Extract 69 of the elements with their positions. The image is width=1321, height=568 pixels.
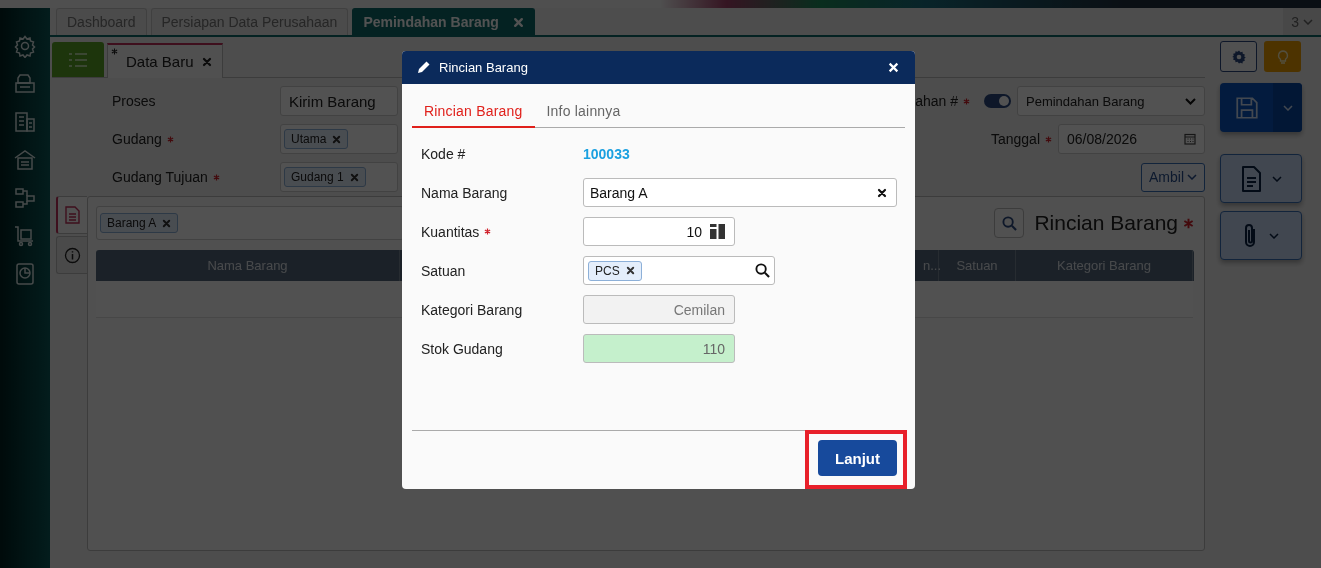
dialog-title: Rincian Barang [439,60,529,75]
warehouse-icon[interactable] [13,148,37,172]
section-title: Rincian Barang [1034,211,1178,235]
chip-field[interactable]: Gudang 1 [280,162,398,192]
building-icon[interactable] [13,110,37,134]
settings-icon [1231,49,1246,64]
dialog-tab[interactable]: Rincian Barang [412,96,535,128]
continue-button[interactable]: Lanjut [818,440,897,476]
fetch-dropdown-button[interactable]: Ambil [1141,162,1205,192]
selected-chip: Gudang 1 [284,167,366,187]
selected-chip: Utama [284,129,349,149]
record-tab[interactable]: Data Baru [107,43,223,78]
field-label: ahan # [915,93,958,109]
close-icon[interactable] [625,266,635,275]
field-label: Tanggal [990,131,1040,147]
report-icon[interactable] [13,262,37,286]
document-icon [64,206,81,224]
chevron-down-icon [1187,174,1197,180]
selected-chip: PCS [588,260,642,281]
side-tab[interactable] [56,236,87,274]
calendar-icon[interactable] [1184,133,1196,145]
document-icon [1240,165,1262,192]
gear-icon[interactable] [13,34,37,58]
select-field[interactable]: Pemindahan Barang [1017,86,1205,116]
chip-field[interactable]: Utama [280,124,398,154]
pencil-icon [416,60,431,75]
close-icon[interactable] [877,187,887,198]
document-menu-button[interactable] [1220,154,1302,203]
lightbulb-icon [1275,48,1290,65]
date-field[interactable]: 06/08/2026 [1058,124,1205,154]
network-icon[interactable] [13,186,37,210]
field-label: Gudang Tujuan [112,169,208,185]
chevron-down-icon [1282,104,1293,111]
item-name-field[interactable]: Barang A [583,178,897,207]
info-icon [63,246,81,264]
search-button[interactable] [994,208,1025,238]
quantity-field[interactable]: 10 [583,217,735,246]
item-code-link[interactable]: 100033 [583,145,630,162]
printer-icon[interactable] [13,72,37,96]
field-label: Stok Gudang [421,340,503,357]
calculator-icon[interactable] [710,224,725,239]
search-icon[interactable] [755,263,770,278]
page-tab[interactable]: Pemindahan Barang [352,8,535,35]
unit-field[interactable]: PCS [583,256,775,285]
field-label: Satuan [421,262,466,279]
attachment-menu-button[interactable] [1220,211,1302,260]
chevron-down-icon [1269,232,1279,239]
field-label: Gudang [112,131,162,147]
chevron-down-icon [1185,97,1196,105]
chevron-down-icon [1303,18,1313,25]
field-label: Kuantitas [421,223,480,240]
save-button[interactable] [1220,83,1302,132]
list-icon [68,51,88,68]
chevron-down-icon [1272,175,1282,182]
toggle-switch[interactable] [984,94,1011,108]
selected-chip: Barang A [100,213,179,233]
tips-button[interactable] [1264,41,1301,72]
item-filter-field[interactable]: Barang A [96,206,404,240]
text-field[interactable]: Kirim Barang [280,86,398,116]
field-label: Kategori Barang [421,301,523,318]
dialog-tab[interactable]: Info lainnya [534,96,633,128]
stock-field: 110 [583,334,735,363]
settings-button[interactable] [1220,41,1257,72]
field-label: Nama Barang [421,184,508,201]
category-field: Cemilan [583,295,735,324]
list-menu-button[interactable] [52,42,104,77]
field-label: Kode # [421,145,466,162]
side-tab[interactable] [56,196,87,234]
field-label: Proses [112,93,156,109]
